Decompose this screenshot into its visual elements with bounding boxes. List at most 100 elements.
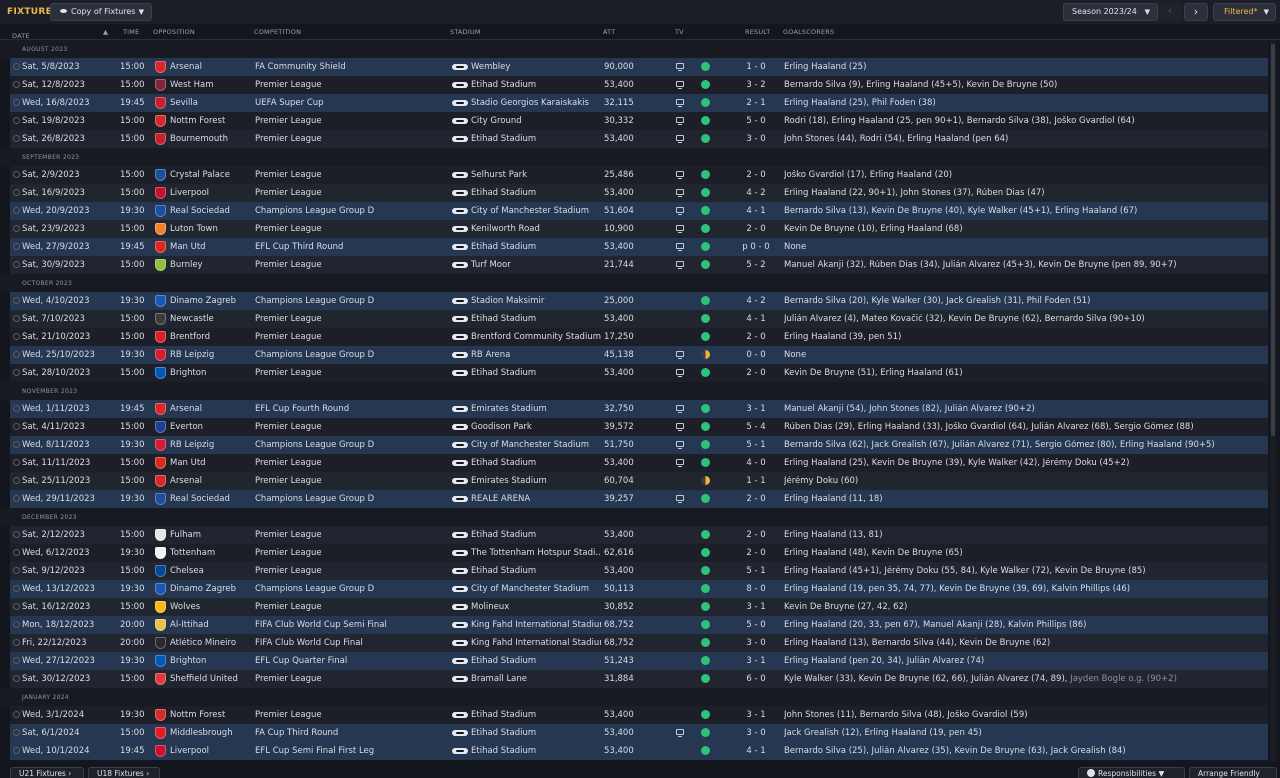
match-result[interactable]: 4 - 2	[730, 296, 782, 306]
row-select-radio[interactable]	[13, 243, 20, 250]
match-result[interactable]: 5 - 1	[730, 440, 782, 450]
opposition-link[interactable]: Burnley	[170, 260, 262, 270]
opposition-link[interactable]: Luton Town	[170, 224, 262, 234]
opposition-link[interactable]: Tottenham	[170, 548, 262, 558]
match-result[interactable]: 6 - 0	[730, 674, 782, 684]
opposition-link[interactable]: Dinamo Zagreb	[170, 584, 262, 594]
table-row[interactable]: Wed, 16/8/2023 19:45 Sevilla UEFA Super Cup…	[10, 94, 1268, 112]
season-select[interactable]: Season 2023/24 ▼	[1063, 3, 1158, 21]
table-row[interactable]: Wed, 29/11/2023 19:30 Real Sociedad Champio…	[10, 490, 1268, 508]
col-time[interactable]: TIME	[123, 28, 139, 36]
match-result[interactable]: 2 - 0	[730, 548, 782, 558]
competition-link[interactable]: Premier League	[255, 224, 450, 234]
row-select-radio[interactable]	[13, 369, 20, 376]
row-select-radio[interactable]	[13, 315, 20, 322]
table-row[interactable]: Mon, 18/12/2023 20:00 Al-Ittihad FIFA Club …	[10, 616, 1268, 634]
competition-link[interactable]: Premier League	[255, 170, 450, 180]
row-select-radio[interactable]	[13, 549, 20, 556]
match-result[interactable]: 5 - 1	[730, 566, 782, 576]
row-select-radio[interactable]	[13, 585, 20, 592]
competition-link[interactable]: Premier League	[255, 476, 450, 486]
table-row[interactable]: Sat, 16/12/2023 15:00 Wolves Premier League…	[10, 598, 1268, 616]
match-result[interactable]: 2 - 0	[730, 530, 782, 540]
table-row[interactable]: Sat, 9/12/2023 15:00 Chelsea Premier League…	[10, 562, 1268, 580]
row-select-radio[interactable]	[13, 207, 20, 214]
opposition-link[interactable]: Fulham	[170, 530, 262, 540]
competition-link[interactable]: EFL Cup Quarter Final	[255, 656, 450, 666]
match-result[interactable]: 3 - 1	[730, 710, 782, 720]
row-select-radio[interactable]	[13, 333, 20, 340]
match-result[interactable]: 3 - 0	[730, 728, 782, 738]
row-select-radio[interactable]	[13, 225, 20, 232]
table-row[interactable]: Sat, 2/12/2023 15:00 Fulham Premier League E…	[10, 526, 1268, 544]
opposition-link[interactable]: Arsenal	[170, 62, 262, 72]
opposition-link[interactable]: Arsenal	[170, 404, 262, 414]
sort-up-icon[interactable]: ▲	[103, 28, 108, 36]
row-select-radio[interactable]	[13, 711, 20, 718]
match-result[interactable]: 2 - 0	[730, 332, 782, 342]
row-select-radio[interactable]	[13, 351, 20, 358]
competition-link[interactable]: FIFA Club World Cup Final	[255, 638, 450, 648]
opposition-link[interactable]: Brighton	[170, 368, 262, 378]
table-row[interactable]: Wed, 27/9/2023 19:45 Man Utd EFL Cup Third …	[10, 238, 1268, 256]
table-row[interactable]: Wed, 8/11/2023 19:30 RB Leipzig Champions L…	[10, 436, 1268, 454]
opposition-link[interactable]: Wolves	[170, 602, 262, 612]
opposition-link[interactable]: Man Utd	[170, 242, 262, 252]
match-result[interactable]: 3 - 1	[730, 602, 782, 612]
table-row[interactable]: Sat, 19/8/2023 15:00 Nottm Forest Premier L…	[10, 112, 1268, 130]
competition-link[interactable]: Premier League	[255, 566, 450, 576]
row-select-radio[interactable]	[13, 495, 20, 502]
opposition-link[interactable]: Bournemouth	[170, 134, 262, 144]
row-select-radio[interactable]	[13, 81, 20, 88]
row-select-radio[interactable]	[13, 459, 20, 466]
table-row[interactable]: Sat, 4/11/2023 15:00 Everton Premier League…	[10, 418, 1268, 436]
table-row[interactable]: Wed, 25/10/2023 19:30 RB Leipzig Champions …	[10, 346, 1268, 364]
table-row[interactable]: Sat, 6/1/2024 15:00 Middlesbrough FA Cup Th…	[10, 724, 1268, 742]
opposition-link[interactable]: Al-Ittihad	[170, 620, 262, 630]
u18-fixtures-button[interactable]: U18 Fixtures ›	[88, 767, 160, 778]
competition-link[interactable]: EFL Cup Fourth Round	[255, 404, 450, 414]
opposition-link[interactable]: Liverpool	[170, 188, 262, 198]
match-result[interactable]: 0 - 0	[730, 350, 782, 360]
row-select-radio[interactable]	[13, 99, 20, 106]
table-row[interactable]: Sat, 7/10/2023 15:00 Newcastle Premier Leag…	[10, 310, 1268, 328]
table-row[interactable]: Sat, 2/9/2023 15:00 Crystal Palace Premier …	[10, 166, 1268, 184]
competition-link[interactable]: Premier League	[255, 260, 450, 270]
col-competition[interactable]: COMPETITION	[254, 28, 301, 36]
row-select-radio[interactable]	[13, 567, 20, 574]
opposition-link[interactable]: Sevilla	[170, 98, 262, 108]
row-select-radio[interactable]	[13, 117, 20, 124]
match-result[interactable]: 1 - 0	[730, 62, 782, 72]
match-result[interactable]: 3 - 0	[730, 134, 782, 144]
match-result[interactable]: 1 - 1	[730, 476, 782, 486]
opposition-link[interactable]: Everton	[170, 422, 262, 432]
match-result[interactable]: 5 - 4	[730, 422, 782, 432]
competition-link[interactable]: Champions League Group D	[255, 206, 450, 216]
row-select-radio[interactable]	[13, 603, 20, 610]
table-row[interactable]: Sat, 30/12/2023 15:00 Sheffield United Prem…	[10, 670, 1268, 688]
row-select-radio[interactable]	[13, 621, 20, 628]
match-result[interactable]: 4 - 2	[730, 188, 782, 198]
opposition-link[interactable]: Real Sociedad	[170, 206, 262, 216]
match-result[interactable]: 4 - 1	[730, 206, 782, 216]
competition-link[interactable]: Premier League	[255, 548, 450, 558]
table-row[interactable]: Wed, 13/12/2023 19:30 Dinamo Zagreb Champio…	[10, 580, 1268, 598]
competition-link[interactable]: Premier League	[255, 422, 450, 432]
match-result[interactable]: 8 - 0	[730, 584, 782, 594]
competition-link[interactable]: Premier League	[255, 116, 450, 126]
opposition-link[interactable]: Crystal Palace	[170, 170, 262, 180]
table-row[interactable]: Sat, 30/9/2023 15:00 Burnley Premier League…	[10, 256, 1268, 274]
competition-link[interactable]: UEFA Super Cup	[255, 98, 450, 108]
row-select-radio[interactable]	[13, 135, 20, 142]
opposition-link[interactable]: RB Leipzig	[170, 350, 262, 360]
match-result[interactable]: 3 - 1	[730, 404, 782, 414]
match-result[interactable]: 3 - 2	[730, 80, 782, 90]
row-select-radio[interactable]	[13, 171, 20, 178]
opposition-link[interactable]: Brighton	[170, 656, 262, 666]
match-result[interactable]: 2 - 0	[730, 494, 782, 504]
table-row[interactable]: Sat, 11/11/2023 15:00 Man Utd Premier Leagu…	[10, 454, 1268, 472]
competition-link[interactable]: EFL Cup Third Round	[255, 242, 450, 252]
match-result[interactable]: 3 - 0	[730, 638, 782, 648]
scrollbar-thumb[interactable]	[1271, 44, 1275, 436]
match-result[interactable]: 3 - 1	[730, 656, 782, 666]
